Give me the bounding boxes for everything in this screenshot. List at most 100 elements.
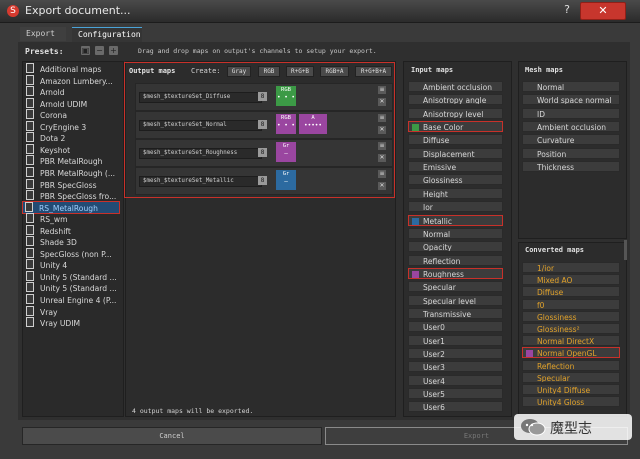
input-map-item[interactable]: User6 bbox=[408, 401, 503, 413]
converted-map-item[interactable]: Normal DirectX bbox=[522, 335, 620, 347]
preset-remove-button[interactable]: − bbox=[95, 46, 104, 55]
tab-configuration[interactable]: Configuration bbox=[72, 27, 142, 42]
remove-row-button[interactable]: ✕ bbox=[378, 126, 386, 134]
input-map-item[interactable]: User4 bbox=[408, 374, 503, 386]
help-button[interactable]: ? bbox=[558, 2, 576, 18]
preset-item[interactable]: CryEngine 3 bbox=[26, 120, 86, 132]
input-map-item[interactable]: Metallic bbox=[408, 214, 503, 226]
mesh-map-item[interactable]: Thickness bbox=[522, 161, 620, 173]
input-map-item[interactable]: User3 bbox=[408, 361, 503, 373]
input-map-item[interactable]: User2 bbox=[408, 348, 503, 359]
create-gray-button[interactable]: Gray bbox=[227, 66, 251, 77]
row-options-button[interactable]: ≡ bbox=[378, 170, 386, 178]
mesh-map-item[interactable]: ID bbox=[522, 107, 620, 119]
input-map-item[interactable]: Base Color bbox=[408, 121, 503, 133]
preset-item[interactable]: Arnold UDIM bbox=[26, 97, 87, 109]
input-map-item[interactable]: Roughness bbox=[408, 267, 503, 279]
preset-item[interactable]: RS_MetalRough bbox=[22, 200, 120, 214]
converted-map-item[interactable]: Glossiness² bbox=[522, 323, 620, 334]
input-map-item[interactable]: Diffuse bbox=[408, 134, 503, 146]
channel-slot-rgb[interactable]: RGB • • • bbox=[276, 86, 296, 106]
preset-item[interactable]: Dota 2 bbox=[26, 132, 65, 143]
preset-item[interactable]: SpecGloss (non P... bbox=[26, 247, 112, 259]
converted-map-item[interactable]: 1/ior bbox=[522, 262, 620, 273]
preset-item[interactable]: Shade 3D bbox=[26, 236, 77, 247]
preset-item[interactable]: Arnold bbox=[26, 86, 65, 97]
preset-item[interactable]: Vray UDIM bbox=[26, 317, 80, 328]
mesh-map-item[interactable]: Ambient occlusion bbox=[522, 121, 620, 133]
input-map-item[interactable]: Transmissive bbox=[408, 307, 503, 319]
format-selector[interactable]: 8 bbox=[258, 176, 267, 185]
preset-item[interactable]: Unity 4 bbox=[26, 259, 67, 270]
cancel-button[interactable]: Cancel bbox=[22, 427, 322, 445]
converted-map-item[interactable]: Unity4 Gloss bbox=[522, 396, 620, 408]
preset-item[interactable]: Unreal Engine 4 (P... bbox=[26, 294, 116, 305]
channel-slot-rgb[interactable]: RGB • • • bbox=[276, 114, 296, 134]
input-map-item[interactable]: Opacity bbox=[408, 241, 503, 253]
input-map-item[interactable]: User5 bbox=[408, 388, 503, 400]
mesh-map-item[interactable]: Curvature bbox=[522, 134, 620, 146]
input-map-item[interactable]: User1 bbox=[408, 334, 503, 346]
input-map-item[interactable]: Ambient occlusion bbox=[408, 81, 503, 92]
preset-item[interactable]: Amazon Lumbery... bbox=[26, 74, 113, 86]
output-map-name-field[interactable]: $mesh_$textureSet_Normal bbox=[139, 120, 262, 131]
output-map-name-field[interactable]: $mesh_$textureSet_Metallic bbox=[139, 176, 262, 187]
remove-row-button[interactable]: ✕ bbox=[378, 182, 386, 190]
input-map-item[interactable]: Anisotropy angle bbox=[408, 94, 503, 106]
format-selector[interactable]: 8 bbox=[258, 148, 267, 157]
preset-item[interactable]: Vray bbox=[26, 305, 57, 317]
output-map-name-field[interactable]: $mesh_$textureSet_Roughness bbox=[139, 148, 262, 159]
output-map-name-field[interactable]: $mesh_$textureSet_Diffuse bbox=[139, 92, 262, 103]
preset-import-button[interactable]: ▣ bbox=[81, 46, 90, 55]
converted-map-item[interactable]: Mixed AO bbox=[522, 274, 620, 286]
input-map-item[interactable]: Displacement bbox=[408, 147, 503, 159]
create-rgb-a-button[interactable]: RGB+A bbox=[320, 66, 349, 77]
preset-item[interactable]: RS_wm bbox=[26, 213, 68, 224]
row-options-button[interactable]: ≡ bbox=[378, 114, 386, 122]
preset-item[interactable]: Keyshot bbox=[26, 143, 70, 155]
converted-map-item[interactable]: Normal OpenGL bbox=[522, 347, 620, 359]
converted-map-item[interactable]: Unity4 Diffuse bbox=[522, 384, 620, 395]
create-r-g-b-button[interactable]: R+G+B bbox=[286, 66, 314, 77]
channel-slot-gray[interactable]: Gr — bbox=[276, 142, 296, 162]
remove-row-button[interactable]: ✕ bbox=[378, 154, 386, 162]
channel-slot-alpha[interactable]: A ••••• bbox=[299, 114, 327, 134]
preset-item[interactable]: PBR SpecGloss fro... bbox=[26, 190, 116, 201]
input-map-item[interactable]: Anisotropy level bbox=[408, 107, 503, 119]
format-selector[interactable]: 8 bbox=[258, 120, 267, 129]
preset-add-button[interactable]: + bbox=[109, 46, 118, 55]
close-button[interactable]: ✕ bbox=[580, 2, 626, 20]
create-r-g-b-a-button[interactable]: R+G+B+A bbox=[355, 66, 392, 77]
preset-item[interactable]: PBR MetalRough bbox=[26, 155, 102, 166]
preset-item[interactable]: Additional maps bbox=[26, 63, 101, 74]
input-map-item[interactable]: Reflection bbox=[408, 254, 503, 266]
row-options-button[interactable]: ≡ bbox=[378, 86, 386, 94]
converted-map-item[interactable]: f0 bbox=[522, 298, 620, 310]
preset-item[interactable]: Unity 5 (Standard ... bbox=[26, 282, 117, 293]
remove-row-button[interactable]: ✕ bbox=[378, 98, 386, 106]
format-selector[interactable]: 8 bbox=[258, 92, 267, 101]
input-map-item[interactable]: Normal bbox=[408, 227, 503, 239]
converted-map-item[interactable]: Glossiness bbox=[522, 310, 620, 322]
create-rgb-button[interactable]: RGB bbox=[258, 66, 280, 77]
preset-item[interactable]: PBR MetalRough (... bbox=[26, 166, 115, 178]
input-map-item[interactable]: Glossiness bbox=[408, 174, 503, 186]
input-map-item[interactable]: Height bbox=[408, 187, 503, 199]
input-map-item[interactable]: Specular bbox=[408, 281, 503, 293]
preset-item[interactable]: Unity 5 (Standard ... bbox=[26, 270, 117, 282]
tab-export[interactable]: Export bbox=[20, 27, 66, 41]
input-map-item[interactable]: Specular level bbox=[408, 294, 503, 306]
preset-item[interactable]: PBR SpecGloss bbox=[26, 178, 97, 190]
mesh-map-item[interactable]: Position bbox=[522, 147, 620, 159]
converted-maps-scrollbar[interactable] bbox=[624, 240, 627, 260]
input-map-item[interactable]: User0 bbox=[408, 321, 503, 333]
mesh-map-item[interactable]: Normal bbox=[522, 81, 620, 92]
mesh-map-item[interactable]: World space normal bbox=[522, 94, 620, 106]
preset-item[interactable]: Redshift bbox=[26, 224, 71, 236]
input-map-item[interactable]: Emissive bbox=[408, 161, 503, 173]
input-map-item[interactable]: Ior bbox=[408, 201, 503, 213]
converted-map-item[interactable]: Diffuse bbox=[522, 286, 620, 298]
converted-map-item[interactable]: Reflection bbox=[522, 359, 620, 371]
channel-slot-gray[interactable]: Gr — bbox=[276, 170, 296, 190]
preset-item[interactable]: Corona bbox=[26, 109, 67, 120]
